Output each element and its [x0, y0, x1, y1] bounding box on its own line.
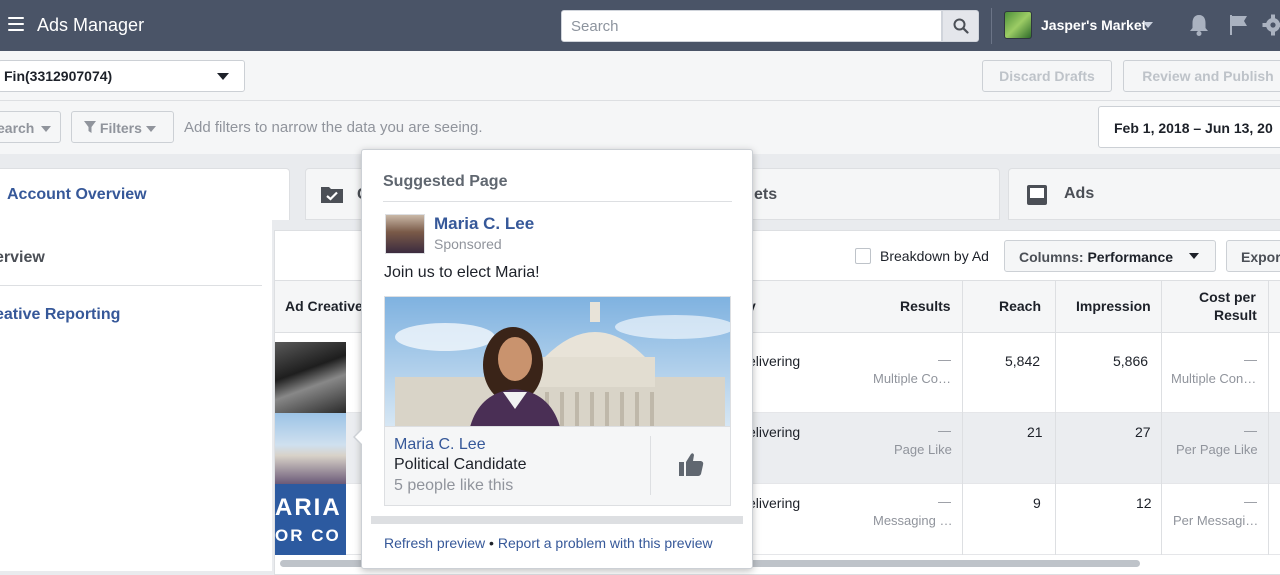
results-value: — [938, 423, 951, 438]
sponsored-label: Sponsored [434, 236, 502, 252]
report-problem-link[interactable]: Report a problem with this preview [498, 535, 713, 551]
results-type: Multiple Co… [873, 371, 951, 386]
search-dropdown[interactable]: earch [0, 111, 61, 143]
chevron-down-icon [41, 125, 51, 133]
tab-ads[interactable] [1008, 168, 1280, 220]
delivery-status: elivering [748, 495, 800, 511]
sidebar [0, 220, 272, 571]
columns-prefix: Columns: [1019, 249, 1084, 265]
column-divider [1161, 342, 1162, 555]
cost-type: Multiple Con… [1171, 371, 1256, 386]
page-name-link[interactable]: Maria C. Lee [434, 214, 534, 234]
card-category: Political Candidate [394, 456, 527, 474]
notifications-bell-icon[interactable] [1188, 13, 1210, 37]
results-type: Page Like [894, 442, 952, 457]
tab-account-overview-label: Account Overview [7, 186, 147, 204]
cost-type: Per Page Like [1176, 442, 1258, 457]
menu-icon[interactable] [8, 17, 24, 31]
impressions-value: 27 [1135, 424, 1151, 440]
ad-account-select[interactable]: Fin(3312907074) [0, 60, 245, 92]
tab-ads-label: Ads [1064, 185, 1094, 203]
capitol-photo [385, 297, 731, 426]
header-results[interactable]: Results [900, 298, 951, 314]
filters-button[interactable]: Filters [71, 111, 174, 143]
sidebar-item-overview[interactable]: erview [0, 249, 45, 267]
columns-dropdown[interactable]: Columns: Performance [1004, 240, 1216, 272]
results-type: Messaging … [873, 513, 952, 528]
topbar-divider [991, 8, 992, 44]
header-ad-creative[interactable]: Ad Creative [285, 298, 363, 314]
reach-value: 9 [1033, 495, 1041, 511]
columns-value: Performance [1087, 249, 1173, 265]
search-button[interactable] [942, 10, 979, 42]
popover-arrow-fill [355, 429, 363, 445]
results-value: — [938, 494, 951, 509]
column-divider [1268, 342, 1269, 555]
search-icon [953, 18, 969, 34]
impressions-value: 12 [1136, 495, 1152, 511]
cost-value: — [1244, 494, 1257, 509]
export-button[interactable]: Expor [1226, 240, 1280, 272]
flag-icon[interactable] [1229, 14, 1249, 36]
page-avatar[interactable] [385, 214, 425, 254]
reach-value: 5,842 [1005, 353, 1040, 369]
app-title: Ads Manager [37, 15, 144, 36]
sidebar-divider [0, 285, 262, 286]
column-divider [1055, 342, 1056, 555]
popover-divider [383, 201, 732, 202]
discard-drafts-button[interactable]: Discard Drafts [982, 60, 1112, 92]
review-and-publish-button[interactable]: Review and Publish [1123, 60, 1280, 92]
tab-ad-sets-label: ets [754, 186, 777, 204]
ad-display-icon [1026, 184, 1048, 206]
header-cost-per-result-line1[interactable]: Cost per [1199, 289, 1256, 305]
results-value: — [938, 352, 951, 367]
impressions-value: 5,866 [1113, 353, 1148, 369]
header-reach[interactable]: Reach [999, 298, 1041, 314]
gear-icon[interactable] [1262, 13, 1280, 37]
filters-label: Filters [100, 120, 142, 136]
header-cost-per-result-line2[interactable]: Result [1214, 307, 1257, 323]
ad-thumbnail[interactable]: ARIA OR CO [275, 484, 346, 555]
popover-title: Suggested Page [383, 173, 507, 191]
chevron-down-icon[interactable] [217, 73, 229, 80]
refresh-preview-link[interactable]: Refresh preview [384, 535, 485, 551]
ad-image[interactable] [384, 296, 731, 426]
popover-links: Refresh preview • Report a problem with … [384, 535, 713, 551]
card-divider [650, 436, 651, 495]
delivery-status: elivering [748, 353, 800, 369]
breakdown-checkbox[interactable] [855, 248, 871, 264]
chevron-down-icon [146, 125, 156, 133]
search-dropdown-label: earch [0, 120, 34, 136]
cost-value: — [1244, 423, 1257, 438]
sidebar-item-creative-reporting[interactable]: eative Reporting [0, 306, 120, 324]
reach-value: 21 [1027, 424, 1043, 440]
chevron-down-icon[interactable] [1143, 22, 1153, 28]
card-page-name-link[interactable]: Maria C. Lee [394, 436, 486, 454]
header-impressions[interactable]: Impression [1076, 298, 1151, 314]
cost-type: Per Messagi… [1173, 513, 1258, 528]
delivery-status: elivering [748, 424, 800, 440]
account-name[interactable]: Jasper's Market [1041, 17, 1146, 33]
thumbnail-text: OR CO [275, 526, 341, 546]
popover-scrollbar[interactable] [371, 516, 743, 524]
date-range-picker[interactable]: Feb 1, 2018 – Jun 13, 20 [1098, 106, 1280, 148]
thumbs-up-icon[interactable] [678, 451, 704, 477]
folder-check-icon [320, 184, 344, 204]
account-avatar[interactable] [1004, 11, 1032, 39]
ad-body-text: Join us to elect Maria! [384, 264, 540, 282]
breakdown-label[interactable]: Breakdown by Ad [880, 248, 989, 264]
ad-thumbnail[interactable] [275, 413, 346, 484]
ad-thumbnail[interactable] [275, 342, 346, 413]
link-separator: • [489, 535, 494, 551]
cost-value: — [1244, 352, 1257, 367]
card-like-count: 5 people like this [394, 477, 513, 495]
column-divider [962, 342, 963, 555]
chevron-down-icon[interactable] [1189, 253, 1199, 259]
filters-hint: Add filters to narrow the data you are s… [184, 119, 483, 136]
filter-funnel-icon [84, 121, 96, 133]
thumbnail-text: ARIA [275, 496, 342, 520]
search-input[interactable] [561, 10, 942, 42]
